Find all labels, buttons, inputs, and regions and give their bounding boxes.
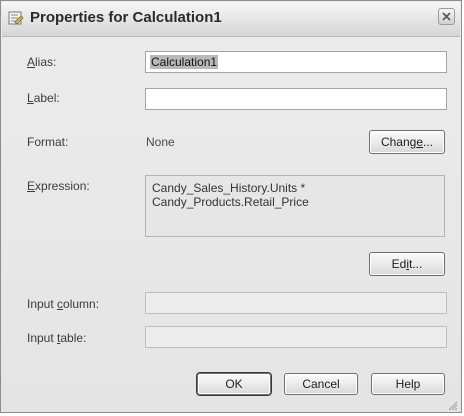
expression-line: Candy_Products.Retail_Price xyxy=(152,195,309,209)
cancel-label: Cancel xyxy=(302,377,340,391)
properties-dialog: Properties for Calculation1 Alias: Calcu… xyxy=(0,0,462,413)
cancel-button[interactable]: Cancel xyxy=(284,373,358,395)
help-button[interactable]: Help xyxy=(371,373,445,395)
ok-label: OK xyxy=(225,377,243,391)
help-label: Help xyxy=(395,377,421,391)
alias-input[interactable]: Calculation1 xyxy=(145,51,447,73)
calculation-properties-icon xyxy=(8,10,24,26)
label-input[interactable] xyxy=(145,88,447,110)
input-table-label: Input table: xyxy=(27,331,87,345)
expression-box[interactable]: Candy_Sales_History.Units * Candy_Produc… xyxy=(145,175,445,237)
alias-label: Alias: xyxy=(27,55,57,69)
title-bar[interactable]: Properties for Calculation1 xyxy=(2,2,460,37)
input-column-field xyxy=(145,292,447,314)
expression-line: Candy_Sales_History.Units * xyxy=(152,181,306,195)
edit-expression-button[interactable]: Edit... xyxy=(369,252,445,276)
format-label: Format: xyxy=(27,135,69,149)
label-field-label: Label: xyxy=(27,91,60,105)
close-icon xyxy=(442,12,451,21)
format-value: None xyxy=(146,135,175,149)
expression-label: Expression: xyxy=(27,179,90,193)
change-format-label: Change... xyxy=(380,135,434,149)
alias-value: Calculation1 xyxy=(150,55,219,69)
change-format-button[interactable]: Change... xyxy=(369,130,445,154)
input-column-label: Input column: xyxy=(27,297,100,311)
input-table-field xyxy=(145,326,447,348)
edit-expression-label: Edit... xyxy=(391,257,423,271)
ok-button[interactable]: OK xyxy=(197,373,271,395)
resize-grip-icon[interactable] xyxy=(447,398,458,411)
window-title: Properties for Calculation1 xyxy=(30,9,222,26)
close-button[interactable] xyxy=(438,8,455,25)
